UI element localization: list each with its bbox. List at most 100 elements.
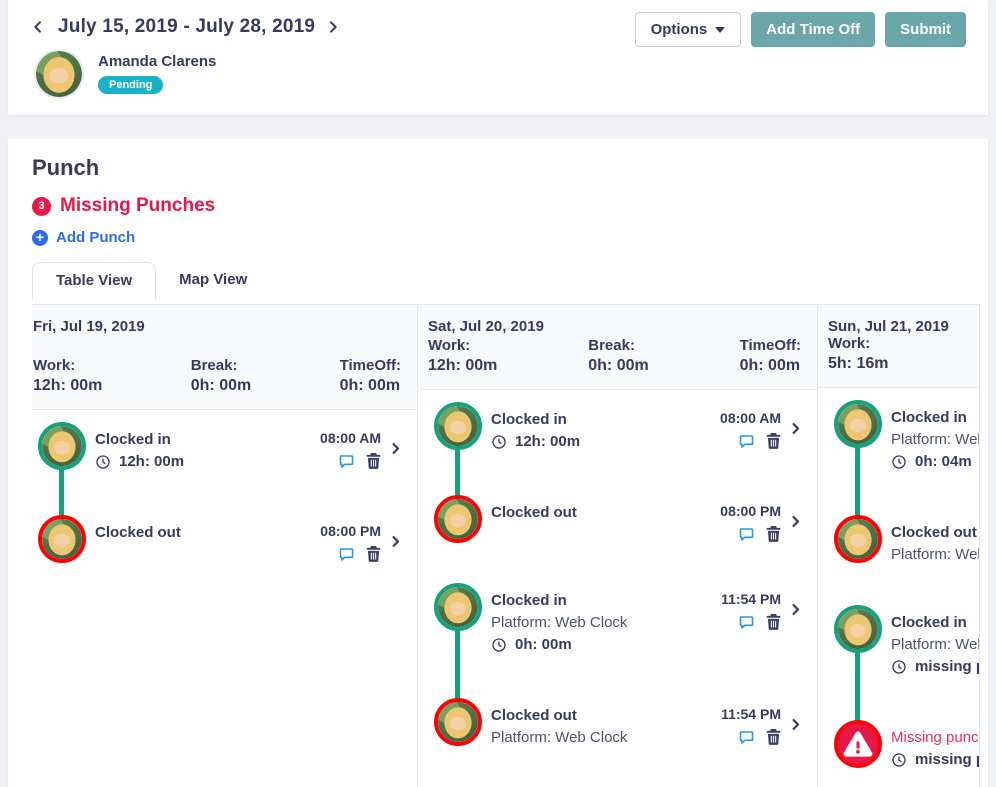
clock-icon [95,454,111,470]
entry-label: Clocked out [95,523,311,543]
work-stat: Work: 12h: 00m [428,337,497,375]
entry-time: 08:00 PM [720,503,781,519]
trash-icon[interactable] [766,729,781,745]
trash-icon[interactable] [366,453,381,469]
entry-label: Clocked in [891,408,980,428]
entry-duration: 12h: 00m [119,451,184,472]
caret-down-icon [715,27,725,33]
entry-platform: Platform: Web Clock [891,429,980,450]
entry-time: 11:54 PM [721,706,781,722]
user-avatar [34,49,84,99]
clock-icon [891,454,907,470]
entry-time: 08:00 AM [720,410,781,426]
punch-entry: Clocked in Platform: Web Clock 0h: 04m [828,400,980,472]
stat-value: 12h: 00m [428,357,497,375]
entry-platform: Platform: Web Clock [891,634,980,655]
entry-label: Clocked in [891,613,980,633]
clock-icon [491,637,507,653]
avatar-clocked-in [434,402,482,450]
punch-entry: Clocked out Platform: Web Clock [828,515,980,565]
entry-duration: missing punch [915,749,980,770]
tab-table-view[interactable]: Table View [32,262,156,299]
open-entry-icon[interactable] [788,602,803,655]
punch-entry: Clocked out Platform: Web Clock 11:54 PM [428,698,803,748]
entry-duration: 12h: 00m [515,431,580,452]
avatar-clocked-in [834,400,882,448]
add-time-off-label: Add Time Off [766,21,860,38]
open-entry-icon[interactable] [788,514,803,543]
avatar-clocked-out [434,495,482,543]
entry-platform: Platform: Web Clock [491,727,712,748]
day-date: Fri, Jul 19, 2019 [33,318,401,335]
entry-platform: Platform: Web Clock [891,544,980,565]
stat-label: Break: [588,337,648,354]
comment-icon[interactable] [738,614,755,630]
punch-entry: Clocked in 12h: 00m 08:00 AM [32,422,403,472]
entry-duration: missing punch [915,656,980,677]
stat-label: Work: [428,337,497,354]
entry-platform: Platform: Web Clock [491,612,712,633]
day-header: Fri, Jul 19, 2019 Work: 12h: 00m Break: … [32,305,417,410]
day-date: Sun, Jul 21, 2019 [828,318,980,335]
submit-label: Submit [900,21,951,38]
avatar-clocked-in [434,583,482,631]
avatar-clocked-out [38,515,86,563]
trash-icon[interactable] [366,546,381,562]
missing-punch-warning-icon [834,720,882,768]
date-range-label: July 15, 2019 - July 28, 2019 [58,16,315,38]
trash-icon[interactable] [766,433,781,449]
day-timeline: Clocked in 12h: 00m 08:00 AM [418,390,817,787]
stat-value: 5h: 16m [828,355,888,373]
comment-icon[interactable] [738,433,755,449]
add-punch-label: Add Punch [56,229,135,246]
stat-label: TimeOff: [340,357,401,374]
prev-week-icon[interactable] [30,18,48,36]
entry-time: 11:54 PM [721,591,781,607]
open-entry-icon[interactable] [388,441,403,472]
punch-title: Punch [24,155,972,181]
open-entry-icon[interactable] [788,717,803,748]
day-column-fri: Fri, Jul 19, 2019 Work: 12h: 00m Break: … [32,305,418,787]
punch-entry: Clocked in 12h: 00m 08:00 AM [428,402,803,452]
stat-value: 0h: 00m [340,377,401,395]
punch-entry: Clocked out 08:00 PM [428,495,803,543]
work-stat: Work: 5h: 16m [828,335,888,373]
day-date: Sat, Jul 20, 2019 [428,318,801,335]
missing-punches-label: Missing Punches [60,195,215,217]
comment-icon[interactable] [338,546,355,562]
comment-icon[interactable] [338,453,355,469]
open-entry-icon[interactable] [788,421,803,452]
stat-label: Break: [191,357,251,374]
submit-button[interactable]: Submit [885,12,966,47]
entry-label: Missing punch [891,728,980,748]
day-header: Sun, Jul 21, 2019 Work: 5h: 16m [818,305,980,388]
view-tabs: Table View Map View [24,262,972,299]
avatar-clocked-out [834,515,882,563]
entry-duration: 0h: 04m [915,451,972,472]
next-week-icon[interactable] [325,18,343,36]
break-stat: Break: 0h: 00m [191,357,251,395]
avatar-clocked-in [38,422,86,470]
stat-label: Work: [828,335,888,352]
stat-label: Work: [33,357,102,374]
options-button[interactable]: Options [635,12,742,47]
break-stat: Break: 0h: 00m [588,337,648,375]
add-time-off-button[interactable]: Add Time Off [751,12,875,47]
missing-count-badge: 3 [32,197,51,216]
punch-entry: Clocked in Platform: Web Clock 0h: 00m 1… [428,583,803,655]
stat-value: 0h: 00m [191,377,251,395]
trash-icon[interactable] [766,526,781,542]
open-entry-icon[interactable] [388,534,403,563]
day-header: Sat, Jul 20, 2019 Work: 12h: 00m Break: … [418,305,817,390]
punch-entry: Clocked in Platform: Web Clock missing p… [828,605,980,677]
comment-icon[interactable] [738,526,755,542]
stat-label: TimeOff: [740,337,801,354]
tab-map-view[interactable]: Map View [156,262,270,299]
entry-label: Clocked in [491,591,712,611]
comment-icon[interactable] [738,729,755,745]
punch-entry-missing: Missing punch missing punch [828,720,980,770]
day-column-sat: Sat, Jul 20, 2019 Work: 12h: 00m Break: … [418,305,818,787]
trash-icon[interactable] [766,614,781,630]
stat-value: 0h: 00m [588,357,648,375]
add-punch-link[interactable]: + Add Punch [24,229,972,246]
